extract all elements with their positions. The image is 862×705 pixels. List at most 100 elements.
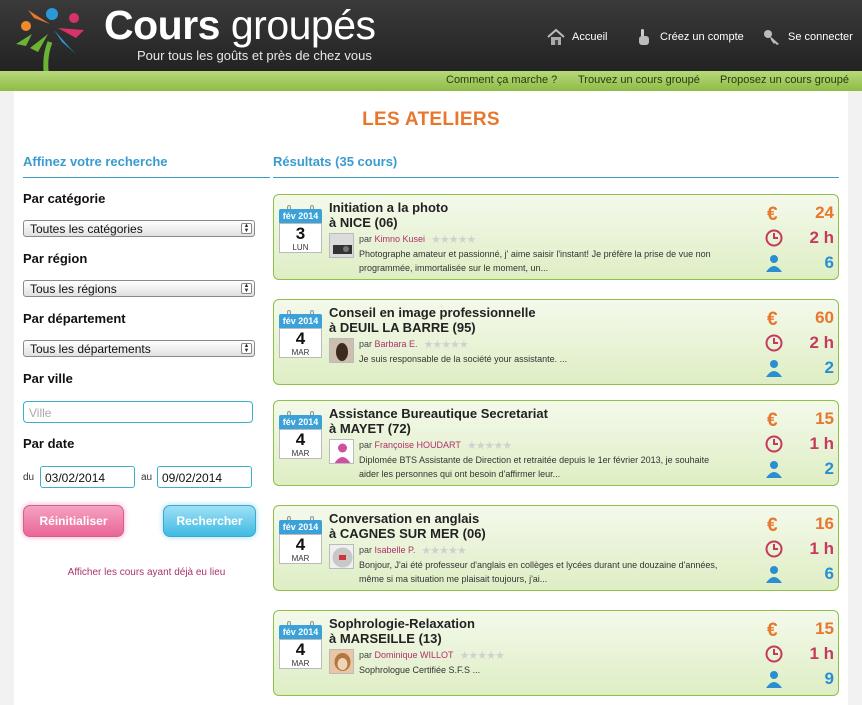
course-participants: 2 xyxy=(824,358,834,377)
calendar-icon: fév 2014 3 LUN xyxy=(279,205,322,253)
avatar[interactable] xyxy=(329,439,354,464)
region-label: Par région xyxy=(23,251,88,266)
calendar-month: fév 2014 xyxy=(279,209,322,223)
calendar-day: 4 xyxy=(295,640,306,659)
rating-stars-icon: ★★★★★ xyxy=(431,234,476,246)
select-arrows-icon: ▲ ▼ xyxy=(241,223,252,234)
author-link[interactable]: Françoise HOUDART xyxy=(375,440,461,450)
by-label: par xyxy=(359,339,373,349)
calendar-icon: fév 2014 4 MAR xyxy=(279,516,322,564)
clock-icon xyxy=(765,334,783,352)
person-icon xyxy=(766,671,782,688)
person-icon xyxy=(766,255,782,272)
svg-text:€: € xyxy=(767,620,778,639)
brand-logo-text[interactable]: Cours groupés xyxy=(104,2,376,49)
region-select-value: Tous les régions xyxy=(30,282,117,296)
by-label: par xyxy=(359,440,373,450)
subnav-proposez-cours[interactable]: Proposez un cours groupé xyxy=(720,74,849,86)
nav-accueil-label: Accueil xyxy=(572,31,608,43)
course-author-line: par Kimno Kusei ★★★★★ xyxy=(359,233,476,246)
reset-button[interactable]: Réinitialiser xyxy=(23,505,124,537)
course-duration: 1 h xyxy=(809,434,834,453)
course-author-line: par Isabelle P. ★★★★★ xyxy=(359,544,467,557)
author-link[interactable]: Kimno Kusei xyxy=(375,234,426,244)
course-title[interactable]: Assistance Bureautique Secretariat xyxy=(329,406,548,421)
course-card[interactable]: fév 2014 3 LUN Initiation a la photo à NICE … xyxy=(273,194,839,280)
author-link[interactable]: Isabelle P. xyxy=(375,545,416,555)
course-author-line: par Barbara E. ★★★★★ xyxy=(359,338,469,351)
calendar-body: 4 MAR xyxy=(279,534,322,564)
course-title[interactable]: Conversation en anglais xyxy=(329,511,479,526)
date-from-input[interactable]: 03/02/2014 xyxy=(40,466,135,488)
avatar[interactable] xyxy=(329,233,354,258)
course-price: 24 xyxy=(815,203,834,222)
department-select-value: Tous les départements xyxy=(30,342,151,356)
nav-creez-compte-label: Créez un compte xyxy=(660,31,744,43)
date-to-input[interactable]: 09/02/2014 xyxy=(157,466,252,488)
calendar-month: fév 2014 xyxy=(279,520,322,534)
subnav-comment-ca-marche[interactable]: Comment ça marche ? xyxy=(446,74,557,86)
show-past-courses-link[interactable]: Afficher les cours ayant déjà eu lieu xyxy=(23,567,270,578)
page-title: LES ATELIERS xyxy=(362,109,500,130)
clock-icon xyxy=(765,229,783,247)
brand-bold: Cours xyxy=(104,2,220,48)
euro-icon: € xyxy=(767,620,778,641)
person-icon xyxy=(766,461,782,478)
city-label: Par ville xyxy=(23,371,73,386)
calendar-day: 4 xyxy=(295,329,306,348)
nav-se-connecter-label: Se connecter xyxy=(788,31,853,43)
results-heading: Résultats (35 cours) xyxy=(273,154,398,169)
divider xyxy=(23,177,270,178)
region-select[interactable]: Tous les régions ▲ ▼ xyxy=(23,280,255,297)
nav-creez-compte[interactable]: Créez un compte xyxy=(634,28,744,46)
course-price: 60 xyxy=(815,308,834,327)
clock-icon xyxy=(765,645,783,663)
course-city: à NICE (06) xyxy=(329,215,398,230)
course-card[interactable]: fév 2014 4 MAR Assistance Bureautique Secre… xyxy=(273,400,839,486)
course-card[interactable]: fév 2014 4 MAR Sophrologie-Relaxation à MARS… xyxy=(273,610,839,696)
rating-stars-icon: ★★★★★ xyxy=(466,440,512,452)
calendar-body: 4 MAR xyxy=(279,429,322,459)
euro-icon: € xyxy=(767,515,778,536)
course-description: Bonjour, J'ai été professeur d'anglais e… xyxy=(359,560,718,584)
category-select[interactable]: Toutes les catégories ▲ ▼ xyxy=(23,220,255,237)
calendar-body: 4 MAR xyxy=(279,639,322,669)
course-price: 16 xyxy=(815,514,834,533)
filter-heading: Affinez votre recherche xyxy=(23,154,168,169)
course-title[interactable]: Initiation a la photo xyxy=(329,200,448,215)
city-input[interactable]: Ville xyxy=(23,401,253,423)
course-card[interactable]: fév 2014 4 MAR Conversation en anglais à CAG… xyxy=(273,505,839,591)
author-link[interactable]: Barbara E. xyxy=(375,339,418,349)
category-label: Par catégorie xyxy=(23,191,106,206)
euro-icon: € xyxy=(767,204,778,225)
nav-accueil[interactable]: Accueil xyxy=(546,28,607,46)
course-duration: 1 h xyxy=(809,539,834,558)
nav-se-connecter[interactable]: Se connecter xyxy=(762,28,853,46)
course-city: à DEUIL LA BARRE (95) xyxy=(329,320,476,335)
avatar[interactable] xyxy=(329,338,354,363)
course-description: Sophrologue Certifiée S.F.S ... xyxy=(359,665,481,675)
rating-stars-icon: ★★★★★ xyxy=(421,545,466,557)
course-participants: 6 xyxy=(824,253,834,272)
course-duration: 2 h xyxy=(809,333,834,352)
department-select[interactable]: Tous les départements ▲ ▼ xyxy=(23,340,255,357)
calendar-month: fév 2014 xyxy=(279,625,322,639)
avatar[interactable] xyxy=(329,649,354,674)
course-title[interactable]: Conseil en image professionnelle xyxy=(329,305,536,320)
svg-text:€: € xyxy=(767,309,778,328)
course-price: 15 xyxy=(815,619,834,638)
course-city: à CAGNES SUR MER (06) xyxy=(329,526,486,541)
calendar-day: 4 xyxy=(295,535,306,554)
course-title[interactable]: Sophrologie-Relaxation xyxy=(329,616,475,631)
sub-navigation: Comment ça marche ? Trouvez un cours gro… xyxy=(0,71,862,91)
subnav-trouvez-cours[interactable]: Trouvez un cours groupé xyxy=(578,74,700,86)
course-city: à MARSEILLE (13) xyxy=(329,631,442,646)
avatar[interactable] xyxy=(329,544,354,569)
calendar-day: 3 xyxy=(295,224,306,243)
euro-icon: € xyxy=(767,309,778,330)
course-card[interactable]: fév 2014 4 MAR Conseil en image professionn… xyxy=(273,299,839,385)
by-label: par xyxy=(359,234,373,244)
search-button[interactable]: Rechercher xyxy=(163,505,256,537)
author-link[interactable]: Dominique WILLOT xyxy=(375,650,454,660)
course-price: 15 xyxy=(815,409,834,428)
